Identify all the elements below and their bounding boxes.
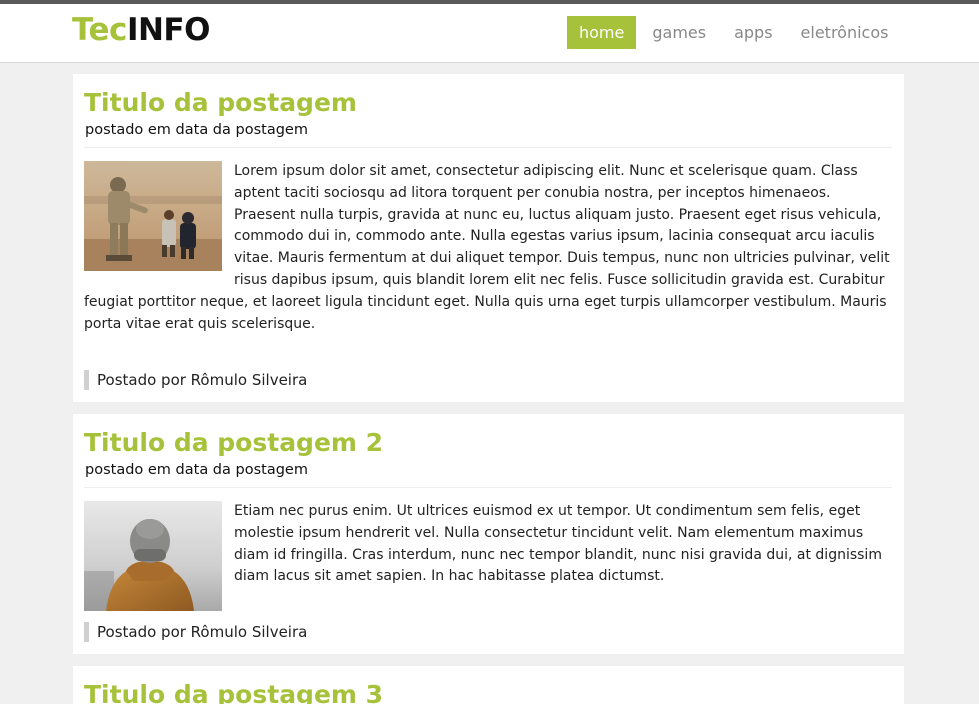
post-card: Titulo da postagem 2 postado em data da … <box>73 414 904 654</box>
soldier-with-children-photo <box>84 161 222 271</box>
post-date: postado em data da postagem <box>85 462 308 478</box>
post-title[interactable]: Titulo da postagem <box>84 88 357 118</box>
post-title[interactable]: Titulo da postagem 3 <box>84 680 383 704</box>
post-card: Titulo da postagem 3 <box>73 666 904 704</box>
post-text: Etiam nec purus enim. Ut ultrices euismo… <box>234 503 882 585</box>
post-body: Etiam nec purus enim. Ut ultrices euismo… <box>84 501 892 613</box>
post-title[interactable]: Titulo da postagem 2 <box>84 428 383 458</box>
nav-eletronicos[interactable]: eletrônicos <box>790 16 900 49</box>
post-divider <box>84 147 892 148</box>
person-in-beanie-photo <box>84 501 222 611</box>
post-divider <box>84 487 892 488</box>
site-header: TecINFO home games apps eletrônicos <box>0 4 979 63</box>
nav-games[interactable]: games <box>641 16 717 49</box>
main-nav: home games apps eletrônicos <box>567 16 905 49</box>
logo-tec: Tec <box>72 12 127 48</box>
nav-home[interactable]: home <box>567 16 637 49</box>
post-author: Postado por Rômulo Silveira <box>84 622 307 642</box>
post-card: Titulo da postagem postado em data da po… <box>73 74 904 402</box>
post-author: Postado por Rômulo Silveira <box>84 370 307 390</box>
logo-info: INFO <box>126 12 211 48</box>
site-logo[interactable]: TecINFO <box>72 10 210 50</box>
nav-apps[interactable]: apps <box>723 16 783 49</box>
post-date: postado em data da postagem <box>85 122 308 138</box>
post-body: Lorem ipsum dolor sit amet, consectetur … <box>84 161 892 335</box>
